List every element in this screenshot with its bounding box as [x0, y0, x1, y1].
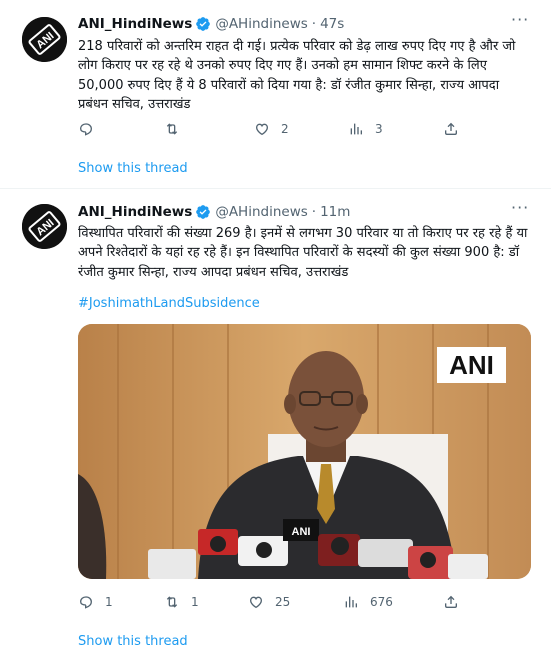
heart-icon: [255, 123, 269, 136]
tweet-header: ANI_HindiNews @AHindinews · 11m: [78, 202, 350, 222]
tweet-timestamp[interactable]: 11m: [320, 204, 350, 220]
author-handle[interactable]: @AHindinews: [215, 204, 307, 220]
views-chart-icon: [350, 123, 362, 135]
reply-icon: [79, 123, 93, 136]
share-button[interactable]: [443, 119, 470, 139]
like-count: 25: [275, 595, 291, 609]
tweet-media-image[interactable]: ANI ANI: [78, 324, 531, 579]
views-button[interactable]: 676: [343, 592, 393, 612]
verified-badge-icon: [196, 17, 211, 31]
share-icon: [445, 122, 457, 135]
media-watermark: ANI: [437, 347, 506, 383]
show-thread-link[interactable]: Show this thread: [78, 634, 188, 649]
retweet-count: 1: [191, 595, 199, 609]
svg-text:ANI: ANI: [292, 526, 311, 538]
ani-logo-icon: ANI: [22, 204, 67, 249]
like-count: 2: [281, 122, 289, 136]
hashtag-link[interactable]: #JoshimathLandSubsidence: [78, 296, 260, 311]
retweet-icon: [166, 123, 178, 135]
retweet-icon: [166, 596, 178, 608]
retweet-button[interactable]: 1: [164, 592, 199, 612]
views-count: 676: [370, 595, 393, 609]
separator-dot: ·: [311, 204, 317, 220]
tweet-header: ANI_HindiNews @AHindinews · 47s: [78, 14, 344, 34]
tweet-timestamp[interactable]: 47s: [320, 16, 344, 32]
like-button[interactable]: 25: [248, 592, 290, 612]
reply-icon: [79, 596, 93, 609]
separator-dot: ·: [311, 16, 317, 32]
avatar[interactable]: ANI: [22, 17, 67, 62]
more-options-icon[interactable]: ···: [511, 12, 529, 32]
reply-button[interactable]: 1: [78, 592, 113, 612]
reply-count: 1: [105, 595, 113, 609]
avatar[interactable]: ANI: [22, 204, 67, 249]
author-name[interactable]: ANI_HindiNews: [78, 204, 192, 220]
tweet-2[interactable]: ANI ANI_HindiNews @AHindinews · 11m ··· …: [0, 190, 551, 656]
share-icon: [445, 595, 457, 608]
tweet-1[interactable]: ANI ANI_HindiNews @AHindinews · 47s ··· …: [0, 0, 551, 189]
tweet-text: 218 परिवारों को अन्तरिम राहत दी गई। प्रत…: [78, 39, 516, 112]
retweet-button[interactable]: [164, 119, 191, 139]
share-button[interactable]: [443, 592, 470, 612]
views-count: 3: [375, 122, 383, 136]
heart-icon: [249, 596, 263, 609]
views-chart-icon: [345, 596, 357, 608]
reply-button[interactable]: [78, 119, 105, 139]
views-button[interactable]: 3: [348, 119, 383, 139]
ani-logo-icon: ANI: [22, 17, 67, 62]
author-handle[interactable]: @AHindinews: [215, 16, 307, 32]
tweet-text: विस्थापित परिवारों की संख्या 269 है। इनम…: [78, 226, 528, 280]
author-name[interactable]: ANI_HindiNews: [78, 16, 192, 32]
more-options-icon[interactable]: ···: [511, 200, 529, 220]
like-button[interactable]: 2: [254, 119, 289, 139]
verified-badge-icon: [196, 205, 211, 219]
show-thread-link[interactable]: Show this thread: [78, 161, 188, 176]
